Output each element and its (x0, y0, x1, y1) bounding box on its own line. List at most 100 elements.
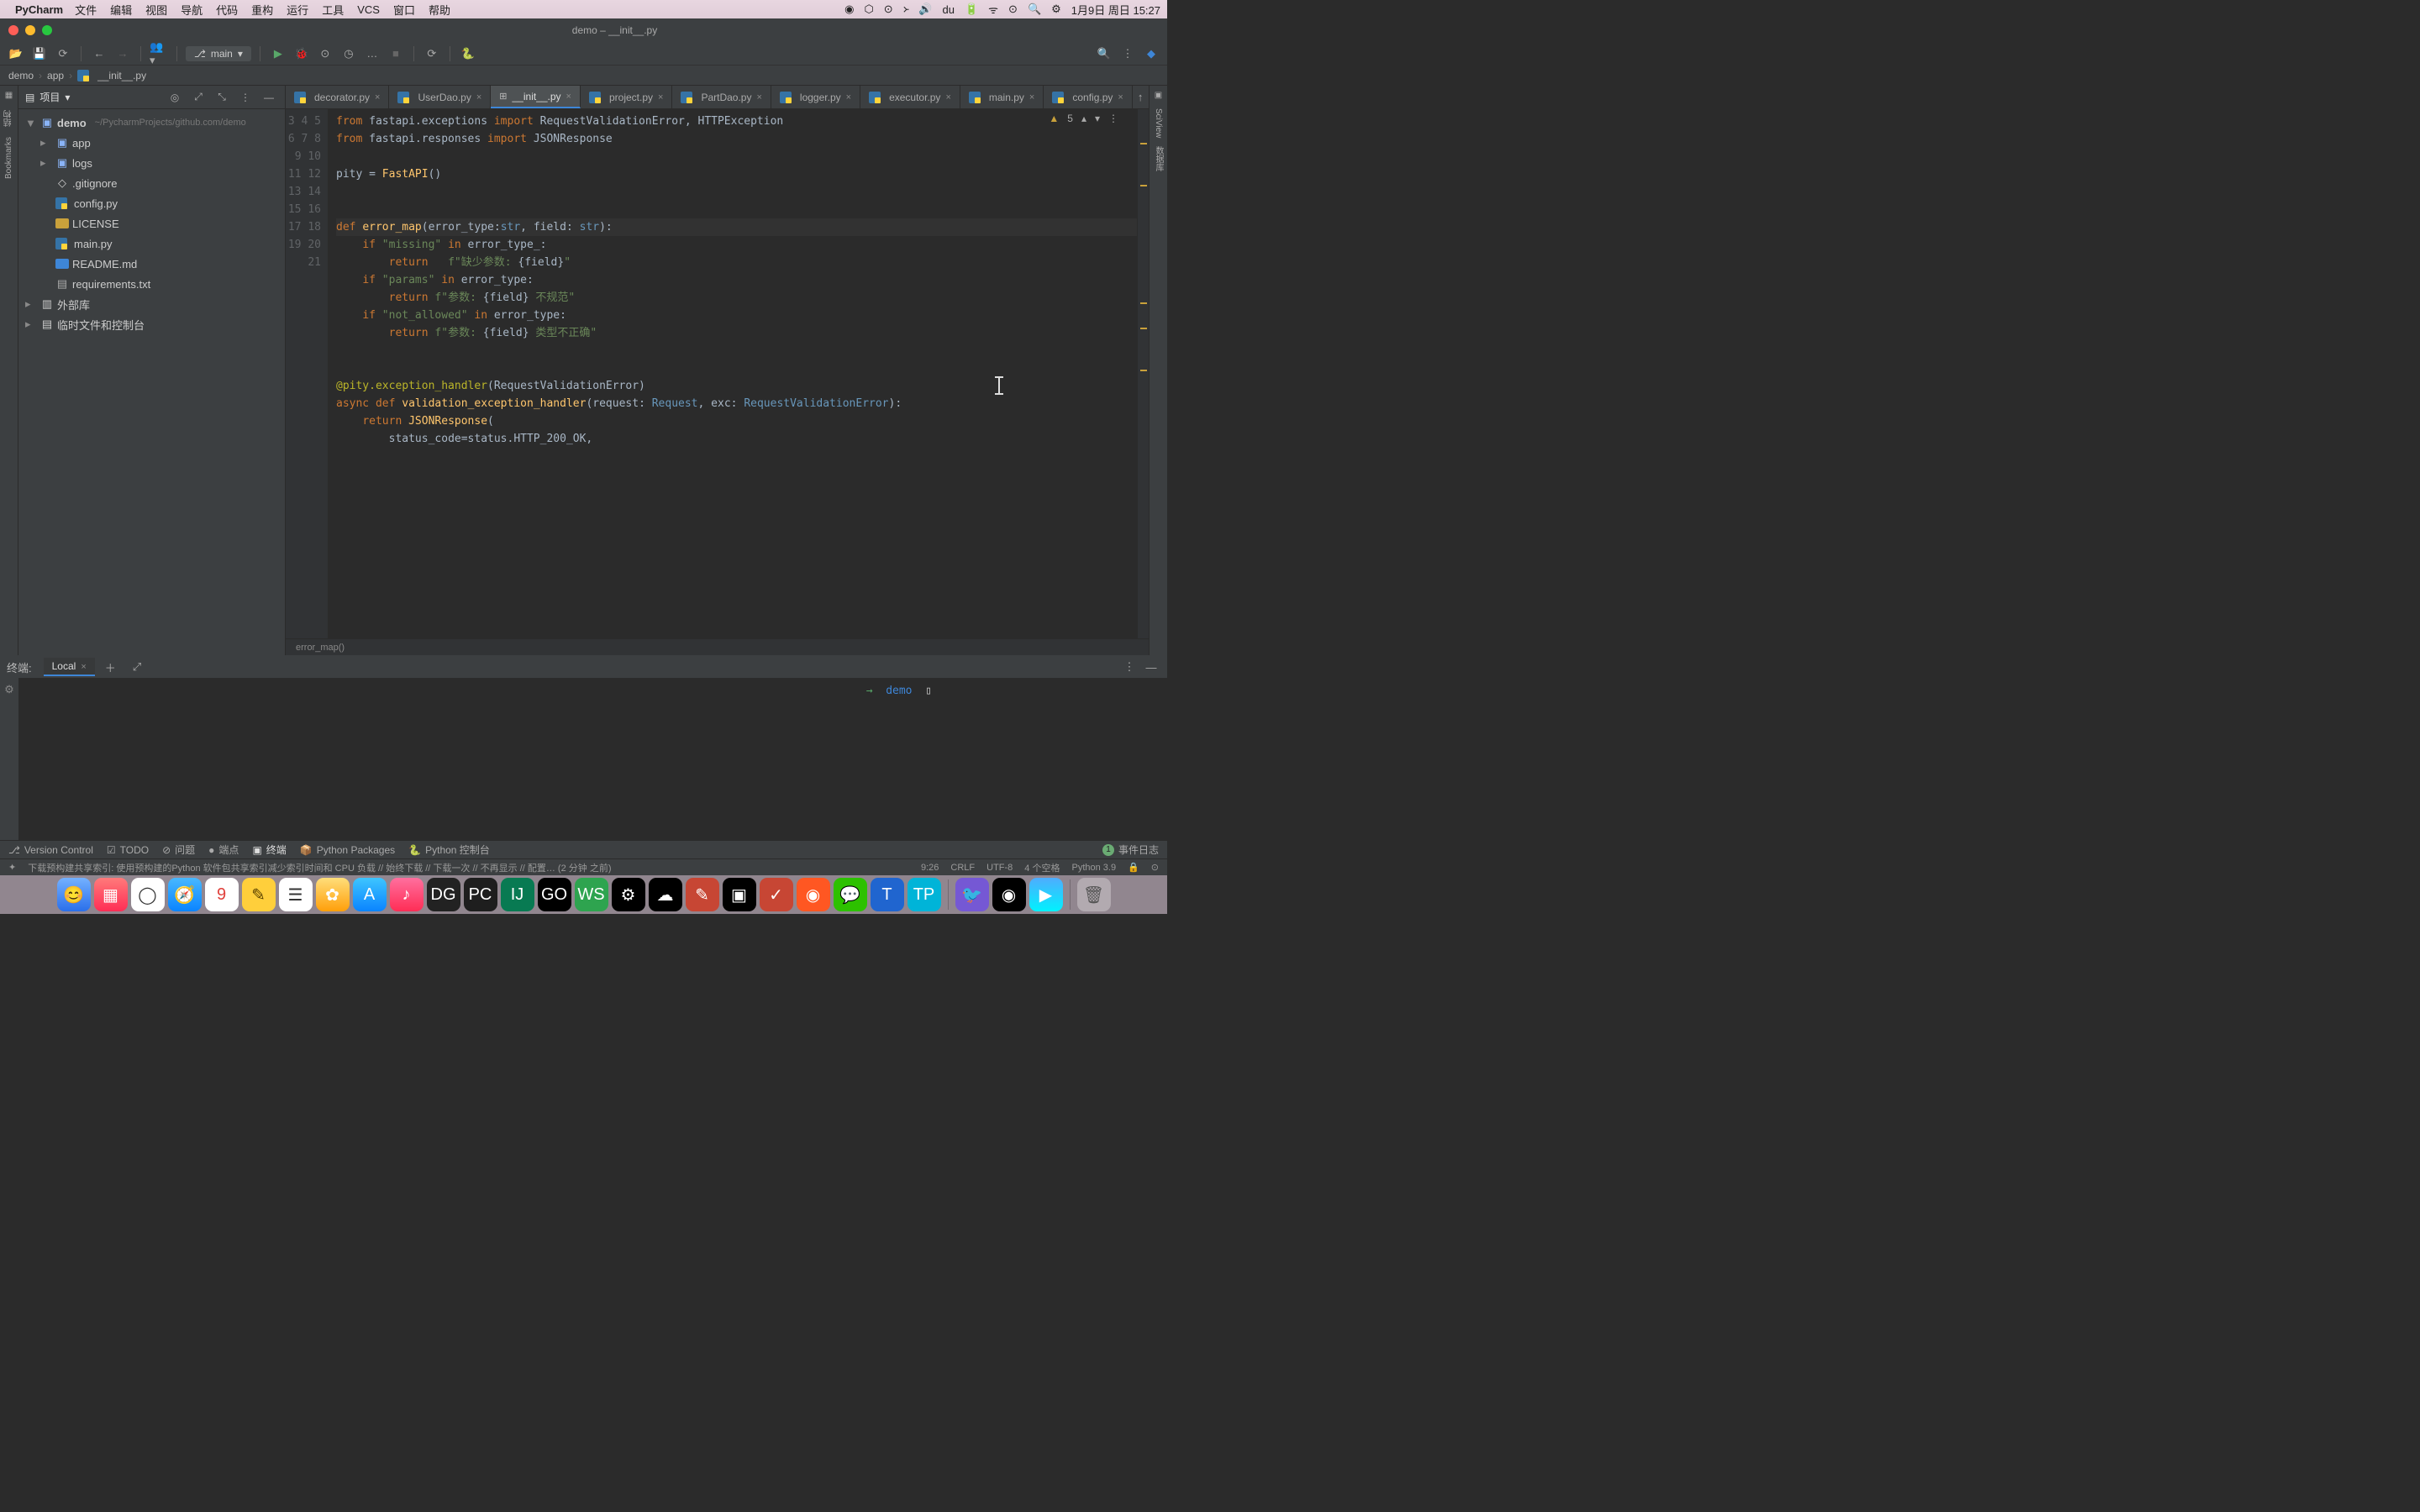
close-icon[interactable]: × (476, 92, 481, 102)
dock-app1[interactable]: 🐦 (955, 878, 989, 911)
stop-button[interactable]: ■ (387, 45, 405, 63)
target-icon[interactable]: ◎ (166, 88, 184, 107)
crumb-folder[interactable]: app (47, 70, 64, 81)
tree-scratches[interactable]: ▸▤临时文件和控制台 (22, 314, 285, 334)
tree-external-libs[interactable]: ▸▥外部库 (22, 294, 285, 314)
code-editor[interactable]: 3 4 5 6 7 8 9 10 11 12 13 14 15 16 17 18… (286, 109, 1149, 638)
dock-trippal[interactable]: TP (908, 878, 941, 911)
reload-button[interactable]: ⟳ (54, 45, 72, 63)
fullscreen-window-button[interactable] (42, 25, 52, 35)
save-button[interactable]: 💾 (30, 45, 49, 63)
sciview-tool-button[interactable]: SciView (1154, 108, 1163, 138)
editor-tab[interactable]: executor.py× (860, 86, 960, 108)
profile-button[interactable]: ◷ (339, 45, 358, 63)
interpreter-info[interactable]: Python 3.9 (1071, 863, 1116, 873)
tree-root[interactable]: ▼ ▣ demo ~/PycharmProjects/github.com/de… (22, 113, 285, 133)
menubar-clock[interactable]: 1月9日 周日 15:27 (1071, 2, 1160, 18)
coverage-button[interactable]: ⊙ (316, 45, 334, 63)
menu-view[interactable]: 视图 (145, 2, 167, 18)
terminal-tab-local[interactable]: Local× (44, 658, 95, 676)
more-icon[interactable]: ⋮ (1108, 113, 1118, 124)
tree-file-main[interactable]: main.py (22, 234, 285, 254)
menu-navigate[interactable]: 导航 (181, 2, 203, 18)
dock-iterm[interactable]: ▣ (723, 878, 756, 911)
editor-tab[interactable]: UserDao.py× (389, 86, 491, 108)
line-separator[interactable]: CRLF (950, 863, 975, 873)
close-icon[interactable]: × (658, 92, 663, 102)
collapse-icon[interactable]: ⤡ (213, 88, 231, 107)
tree-file-gitignore[interactable]: ◇.gitignore (22, 173, 285, 193)
bottom-tool-问题[interactable]: ⊘问题 (162, 843, 195, 857)
terminal-settings-icon[interactable]: ⚙ (4, 683, 14, 696)
menu-refactor[interactable]: 重构 (251, 2, 273, 18)
dock-datagrip[interactable]: DG (427, 878, 460, 911)
search-everywhere-button[interactable]: 🔍 (1095, 45, 1113, 63)
control-center-icon[interactable]: ⚙ (1051, 3, 1061, 16)
crumb-file[interactable]: __init__.py (97, 70, 146, 81)
editor-tab[interactable]: main.py× (960, 86, 1044, 108)
spotlight-icon[interactable]: 🔍 (1028, 3, 1041, 16)
editor-tab[interactable]: decorator.py× (286, 86, 389, 108)
dock-music[interactable]: ♪ (390, 878, 424, 911)
close-icon[interactable]: × (846, 92, 851, 102)
hide-panel-icon[interactable]: — (260, 88, 278, 107)
dock-editor[interactable]: ✎ (686, 878, 719, 911)
menu-code[interactable]: 代码 (216, 2, 238, 18)
tree-file-config[interactable]: config.py (22, 193, 285, 213)
debug-button[interactable]: 🐞 (292, 45, 311, 63)
menu-tools[interactable]: 工具 (322, 2, 344, 18)
open-button[interactable]: 📂 (7, 45, 25, 63)
prev-highlight-icon[interactable]: ▴ (1081, 113, 1086, 124)
dock-trash[interactable]: 🗑 (1077, 878, 1111, 911)
next-highlight-icon[interactable]: ▾ (1095, 113, 1100, 124)
run-button[interactable]: ▶ (269, 45, 287, 63)
editor-tab[interactable]: logger.py× (771, 86, 860, 108)
status-msg[interactable]: 下载预构建共享索引: 使用预构建的Python 软件包共享索引减少索引时间和 C… (28, 861, 611, 874)
bottom-tool-端点[interactable]: ●端点 (208, 843, 239, 857)
code-with-me-button[interactable]: 👥▾ (150, 45, 168, 63)
crumb-project[interactable]: demo (8, 70, 34, 81)
close-icon[interactable]: × (1029, 92, 1034, 102)
memory-icon[interactable]: ⊙ (1151, 862, 1159, 873)
dock-reminders[interactable]: ☰ (279, 878, 313, 911)
file-encoding[interactable]: UTF-8 (986, 863, 1013, 873)
input-icon[interactable]: du (943, 3, 955, 16)
tree-file-readme[interactable]: README.md (22, 254, 285, 274)
dock-pycharm[interactable]: PC (464, 878, 497, 911)
chevron-down-icon[interactable]: ▾ (65, 92, 70, 103)
hide-terminal-icon[interactable]: — (1142, 658, 1160, 676)
dock-intellij[interactable]: IJ (501, 878, 534, 911)
back-button[interactable]: ← (90, 45, 108, 63)
close-icon[interactable]: × (945, 92, 950, 102)
expand-icon[interactable]: ⤢ (189, 88, 208, 107)
dock-finder[interactable]: 😊 (57, 878, 91, 911)
expander-icon[interactable]: ▼ (25, 117, 37, 129)
editor-tab[interactable]: project.py× (581, 86, 672, 108)
more-icon[interactable]: ⋮ (236, 88, 255, 107)
close-icon[interactable]: × (81, 662, 86, 672)
dock-chrome[interactable]: ◯ (131, 878, 165, 911)
terminal-content[interactable]: → demo ▯ (18, 678, 1167, 840)
project-header-label[interactable]: 项目 (39, 90, 60, 104)
meteor-icon[interactable]: ✦ (8, 862, 16, 873)
settings-button[interactable]: ⋮ (1118, 45, 1137, 63)
menu-window[interactable]: 窗口 (393, 2, 415, 18)
editor-inspections[interactable]: ▲ 5 ▴ ▾ ⋮ (1049, 113, 1118, 124)
prev-tab-icon[interactable]: ↑ (1138, 91, 1144, 103)
close-icon[interactable]: × (756, 92, 761, 102)
menu-help[interactable]: 帮助 (429, 2, 450, 18)
git-update-button[interactable]: ⟳ (423, 45, 441, 63)
editor-tab[interactable]: config.py× (1044, 86, 1132, 108)
close-icon[interactable]: × (1118, 92, 1123, 102)
dock-appstore[interactable]: A (353, 878, 387, 911)
attach-button[interactable]: … (363, 45, 381, 63)
bookmarks-tool-button[interactable]: Bookmarks (4, 137, 13, 179)
dock-launchpad[interactable]: ▦ (94, 878, 128, 911)
git-branch-selector[interactable]: ⎇ main ▾ (186, 46, 251, 61)
tree-folder-app[interactable]: ▸▣app (22, 133, 285, 153)
event-log-button[interactable]: 1 事件日志 (1102, 843, 1159, 857)
bluetooth-icon[interactable]: ᚛ (903, 3, 909, 16)
bottom-tool-todo[interactable]: ☑TODO (107, 844, 149, 856)
indent-info[interactable]: 4 个空格 (1024, 861, 1060, 874)
forward-button[interactable]: → (113, 45, 132, 63)
